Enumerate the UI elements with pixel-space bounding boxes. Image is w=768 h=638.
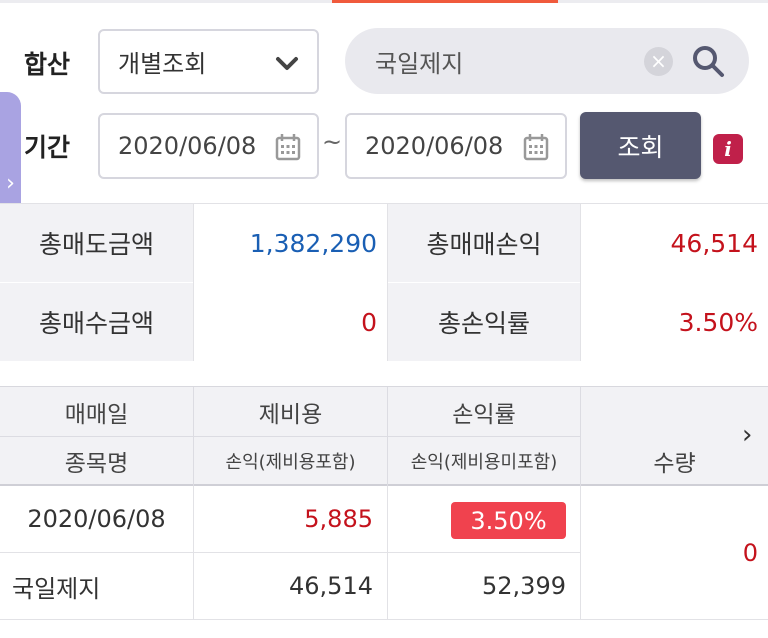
query-button[interactable]: 조회	[580, 112, 701, 179]
total-rate-label: 총손익률	[388, 283, 580, 361]
total-rate-value: 3.50%	[581, 283, 768, 361]
sum-label: 합산	[24, 50, 71, 79]
chevron-right-icon[interactable]: ›	[742, 420, 752, 450]
summary-top-border	[0, 203, 768, 204]
cell-trade-date: 2020/06/08	[27, 505, 166, 533]
clear-icon[interactable]: ×	[644, 47, 673, 76]
search-icon[interactable]	[690, 43, 726, 79]
summary-divider	[193, 204, 194, 361]
date-from-field[interactable]: 2020/06/08	[98, 113, 319, 179]
stock-search-value: 국일제지	[375, 49, 464, 78]
total-sell-value: 1,382,290	[194, 204, 387, 282]
calendar-icon	[523, 134, 549, 161]
header-trade-date: 매매일	[64, 401, 129, 428]
cell-pnl-incl-fees: 46,514	[289, 572, 373, 600]
mode-select-value: 개별조회	[118, 50, 207, 78]
calendar-icon	[275, 134, 301, 161]
header-fees: 제비용	[258, 401, 323, 428]
date-to-value: 2020/06/08	[365, 132, 504, 160]
total-receive-label: 총매수금액	[0, 283, 193, 361]
summary-divider	[387, 204, 388, 361]
date-range-separator: ~	[322, 128, 343, 156]
total-pnl-value: 46,514	[581, 204, 768, 282]
total-receive-value: 0	[194, 283, 387, 361]
cell-stock-name: 국일제지	[12, 574, 101, 603]
chevron-down-icon	[276, 57, 298, 70]
summary-row-2: 총매수금액 0 총손익률 3.50%	[0, 283, 768, 361]
period-label: 기간	[24, 133, 71, 162]
header-pnl-excl-fees: 손익(제비용미포함)	[410, 452, 558, 473]
cell-pnl-excl-fees: 52,399	[482, 572, 566, 600]
table-header: 매매일 제비용 손익률 종목명 손익(제비용포함) 손익(제비용미포함) 수량	[0, 386, 768, 487]
date-from-value: 2020/06/08	[118, 132, 257, 160]
chevron-right-icon: ›	[6, 170, 15, 196]
info-icon[interactable]: i	[713, 134, 743, 164]
date-to-field[interactable]: 2020/06/08	[345, 113, 567, 179]
total-sell-label: 총매도금액	[0, 204, 193, 282]
cell-quantity: 0	[742, 539, 758, 567]
cell-fees: 5,885	[304, 505, 373, 533]
stock-search-input[interactable]: 국일제지	[345, 28, 749, 94]
mode-select[interactable]: 개별조회	[98, 29, 319, 94]
table-row[interactable]: 2020/06/08 5,885 국일제지 46,514 52,399 0	[0, 486, 768, 620]
header-stock-name: 종목명	[64, 451, 129, 477]
header-pnl-rate: 손익률	[452, 401, 516, 428]
pnl-rate-badge: 3.50%	[451, 502, 566, 539]
summary-row-1: 총매도금액 1,382,290 총매매손익 46,514	[0, 204, 768, 282]
total-pnl-label: 총매매손익	[388, 204, 580, 282]
summary-divider	[580, 204, 581, 361]
header-quantity: 수량	[653, 451, 696, 477]
active-tab-indicator	[332, 0, 558, 3]
header-pnl-incl-fees: 손익(제비용포함)	[225, 452, 356, 473]
